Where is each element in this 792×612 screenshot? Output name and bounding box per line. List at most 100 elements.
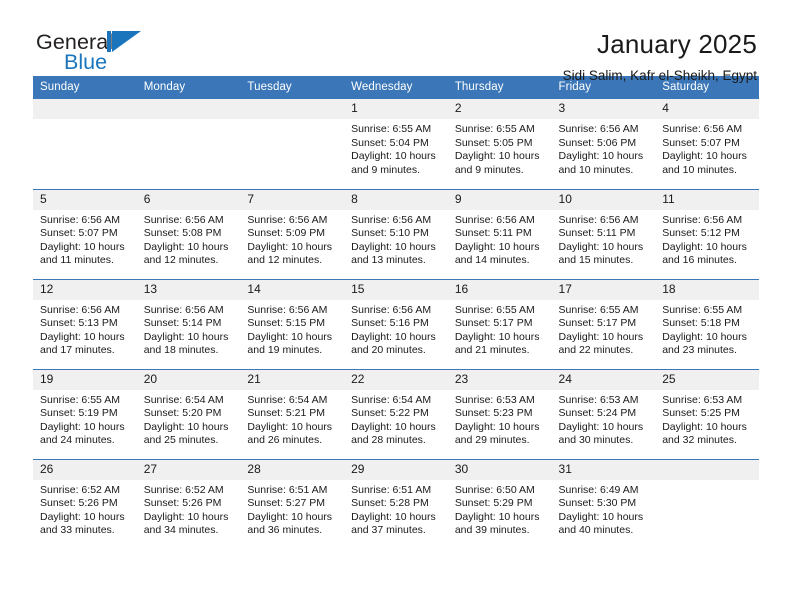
daylight-duration-line2: and 33 minutes. bbox=[40, 524, 115, 537]
calendar-day-cell[interactable]: 22 Sunrise: 6:54 AM Sunset: 5:22 PM Dayligh… bbox=[344, 368, 448, 459]
calendar-day-cell[interactable]: 11 Sunrise: 6:56 AM Sunset: 5:12 PM Dayligh… bbox=[655, 188, 759, 279]
calendar-day-cell[interactable]: 28 Sunrise: 6:51 AM Sunset: 5:27 PM Dayligh… bbox=[240, 458, 345, 549]
sunset-time: Sunset: 5:18 PM bbox=[662, 317, 740, 330]
weekday-header-monday: Monday bbox=[136, 76, 241, 99]
calendar-day-cell[interactable]: 31 Sunrise: 6:49 AM Sunset: 5:30 PM Dayligh… bbox=[551, 458, 656, 549]
daylight-duration-line2: and 9 minutes. bbox=[351, 163, 420, 176]
sunrise-time: Sunrise: 6:56 AM bbox=[247, 213, 328, 226]
calendar-day-cell[interactable]: 25 Sunrise: 6:53 AM Sunset: 5:25 PM Dayligh… bbox=[655, 368, 759, 459]
day-sun-info: Sunrise: 6:55 AM Sunset: 5:04 PM Daylight:… bbox=[344, 119, 448, 177]
daylight-duration-line1: Daylight: 10 hours bbox=[558, 510, 644, 523]
day-number bbox=[655, 459, 759, 480]
calendar-cell-empty bbox=[136, 99, 241, 189]
calendar-day-cell[interactable]: 15 Sunrise: 6:56 AM Sunset: 5:16 PM Dayligh… bbox=[344, 278, 448, 369]
daylight-duration-line1: Daylight: 10 hours bbox=[662, 240, 747, 253]
sunrise-time: Sunrise: 6:56 AM bbox=[662, 123, 743, 135]
daylight-duration-line2: and 39 minutes. bbox=[454, 524, 530, 537]
sunrise-time: Sunrise: 6:54 AM bbox=[143, 393, 224, 406]
calendar-day-cell[interactable]: 3 Sunrise: 6:56 AM Sunset: 5:06 PM Daylight… bbox=[551, 99, 656, 189]
day-number: 11 bbox=[655, 189, 759, 210]
calendar-day-cell[interactable]: 20 Sunrise: 6:54 AM Sunset: 5:20 PM Dayligh… bbox=[136, 368, 241, 459]
day-sun-info: Sunrise: 6:56 AM Sunset: 5:11 PM Daylight:… bbox=[448, 210, 552, 268]
sunrise-time: Sunrise: 6:54 AM bbox=[247, 393, 328, 406]
daylight-duration-line2: and 11 minutes. bbox=[40, 254, 114, 267]
daylight-duration-line2: and 37 minutes. bbox=[351, 524, 426, 537]
sunset-time: Sunset: 5:29 PM bbox=[454, 497, 533, 510]
calendar-day-cell[interactable]: 12 Sunrise: 6:56 AM Sunset: 5:13 PM Dayligh… bbox=[33, 278, 137, 369]
day-number: 15 bbox=[344, 279, 448, 300]
calendar-cell-empty bbox=[655, 458, 759, 549]
daylight-duration-line1: Daylight: 10 hours bbox=[558, 240, 644, 253]
sunset-time: Sunset: 5:10 PM bbox=[351, 227, 429, 240]
day-number: 25 bbox=[655, 369, 759, 390]
calendar-day-cell[interactable]: 13 Sunrise: 6:56 AM Sunset: 5:14 PM Dayligh… bbox=[136, 278, 241, 369]
sunrise-time: Sunrise: 6:56 AM bbox=[40, 303, 120, 316]
daylight-duration-line2: and 22 minutes. bbox=[558, 344, 634, 357]
day-sun-info: Sunrise: 6:56 AM Sunset: 5:08 PM Daylight:… bbox=[137, 210, 241, 268]
daylight-duration-line2: and 9 minutes. bbox=[454, 163, 524, 176]
calendar-day-cell[interactable]: 8 Sunrise: 6:56 AM Sunset: 5:10 PM Daylight… bbox=[344, 188, 448, 279]
day-number: 13 bbox=[136, 279, 241, 300]
calendar-page: General Blue January 2025 Sidi Salim, Ka… bbox=[0, 0, 792, 612]
calendar-day-cell[interactable]: 30 Sunrise: 6:50 AM Sunset: 5:29 PM Dayligh… bbox=[447, 458, 552, 549]
calendar-day-cell[interactable]: 2 Sunrise: 6:55 AM Sunset: 5:05 PM Daylight… bbox=[447, 99, 552, 189]
day-number: 30 bbox=[447, 459, 552, 480]
calendar-day-cell[interactable]: 16 Sunrise: 6:55 AM Sunset: 5:17 PM Dayligh… bbox=[447, 278, 552, 369]
daylight-duration-line1: Daylight: 10 hours bbox=[662, 420, 747, 433]
day-sun-info: Sunrise: 6:51 AM Sunset: 5:28 PM Daylight:… bbox=[344, 480, 448, 538]
calendar-day-cell[interactable]: 27 Sunrise: 6:52 AM Sunset: 5:26 PM Dayligh… bbox=[136, 458, 241, 549]
calendar-day-cell[interactable]: 26 Sunrise: 6:52 AM Sunset: 5:26 PM Dayligh… bbox=[33, 458, 137, 549]
calendar-day-cell[interactable]: 7 Sunrise: 6:56 AM Sunset: 5:09 PM Daylight… bbox=[240, 188, 345, 279]
calendar-week-row: 26 Sunrise: 6:52 AM Sunset: 5:26 PM Dayligh… bbox=[33, 458, 759, 549]
day-sun-info: Sunrise: 6:55 AM Sunset: 5:05 PM Daylight:… bbox=[448, 119, 552, 177]
daylight-duration-line1: Daylight: 10 hours bbox=[662, 150, 747, 163]
calendar-day-cell[interactable]: 6 Sunrise: 6:56 AM Sunset: 5:08 PM Daylight… bbox=[136, 188, 241, 279]
sunset-time: Sunset: 5:07 PM bbox=[40, 227, 118, 240]
calendar-day-cell[interactable]: 24 Sunrise: 6:53 AM Sunset: 5:24 PM Dayligh… bbox=[551, 368, 656, 459]
sunset-time: Sunset: 5:19 PM bbox=[40, 407, 118, 420]
sunrise-time: Sunrise: 6:55 AM bbox=[351, 123, 432, 135]
sunrise-time: Sunrise: 6:56 AM bbox=[247, 303, 328, 316]
day-sun-info: Sunrise: 6:55 AM Sunset: 5:18 PM Daylight:… bbox=[655, 300, 759, 358]
daylight-duration-line1: Daylight: 10 hours bbox=[40, 330, 125, 343]
calendar-day-cell[interactable]: 21 Sunrise: 6:54 AM Sunset: 5:21 PM Dayligh… bbox=[240, 368, 345, 459]
calendar-body: 1 Sunrise: 6:55 AM Sunset: 5:04 PM Daylight… bbox=[33, 99, 759, 549]
daylight-duration-line1: Daylight: 10 hours bbox=[40, 420, 125, 433]
day-number: 27 bbox=[136, 459, 241, 480]
calendar-day-cell[interactable]: 23 Sunrise: 6:53 AM Sunset: 5:23 PM Dayligh… bbox=[447, 368, 552, 459]
calendar-day-cell[interactable]: 19 Sunrise: 6:55 AM Sunset: 5:19 PM Dayligh… bbox=[33, 368, 137, 459]
calendar-day-cell[interactable]: 14 Sunrise: 6:56 AM Sunset: 5:15 PM Dayligh… bbox=[240, 278, 345, 369]
sunset-time: Sunset: 5:11 PM bbox=[454, 227, 532, 240]
sunrise-time: Sunrise: 6:53 AM bbox=[454, 393, 535, 406]
sunrise-time: Sunrise: 6:55 AM bbox=[454, 303, 535, 316]
general-blue-logo[interactable]: General Blue bbox=[36, 28, 154, 76]
day-sun-info: Sunrise: 6:51 AM Sunset: 5:27 PM Daylight:… bbox=[240, 480, 344, 538]
weekday-header-wednesday: Wednesday bbox=[344, 76, 448, 99]
calendar-day-cell[interactable]: 1 Sunrise: 6:55 AM Sunset: 5:04 PM Daylight… bbox=[344, 99, 448, 189]
daylight-duration-line2: and 30 minutes. bbox=[558, 434, 634, 447]
day-sun-info: Sunrise: 6:56 AM Sunset: 5:12 PM Daylight:… bbox=[655, 210, 759, 268]
daylight-duration-line2: and 19 minutes. bbox=[247, 344, 323, 357]
daylight-duration-line2: and 32 minutes. bbox=[662, 434, 737, 447]
sunrise-time: Sunrise: 6:56 AM bbox=[143, 303, 224, 316]
sunrise-time: Sunrise: 6:56 AM bbox=[143, 213, 224, 226]
sunset-time: Sunset: 5:12 PM bbox=[662, 227, 740, 240]
calendar-day-cell[interactable]: 18 Sunrise: 6:55 AM Sunset: 5:18 PM Dayligh… bbox=[655, 278, 759, 369]
calendar-day-cell[interactable]: 29 Sunrise: 6:51 AM Sunset: 5:28 PM Dayligh… bbox=[344, 458, 448, 549]
day-sun-info: Sunrise: 6:53 AM Sunset: 5:23 PM Daylight:… bbox=[448, 390, 552, 448]
day-sun-info: Sunrise: 6:56 AM Sunset: 5:14 PM Daylight:… bbox=[137, 300, 241, 358]
sunrise-time: Sunrise: 6:56 AM bbox=[454, 213, 535, 226]
daylight-duration-line2: and 21 minutes. bbox=[454, 344, 530, 357]
calendar-day-cell[interactable]: 5 Sunrise: 6:56 AM Sunset: 5:07 PM Daylight… bbox=[33, 188, 137, 279]
sunset-time: Sunset: 5:21 PM bbox=[247, 407, 326, 420]
daylight-duration-line2: and 25 minutes. bbox=[143, 434, 219, 447]
calendar-day-cell[interactable]: 10 Sunrise: 6:56 AM Sunset: 5:11 PM Dayligh… bbox=[551, 188, 656, 279]
day-number: 8 bbox=[344, 189, 448, 210]
calendar-day-cell[interactable]: 9 Sunrise: 6:56 AM Sunset: 5:11 PM Daylight… bbox=[447, 188, 552, 279]
day-number: 4 bbox=[655, 99, 759, 119]
calendar-day-cell[interactable]: 4 Sunrise: 6:56 AM Sunset: 5:07 PM Daylight… bbox=[655, 99, 759, 189]
day-number: 16 bbox=[447, 279, 552, 300]
sunrise-time: Sunrise: 6:54 AM bbox=[351, 393, 432, 406]
day-sun-info: Sunrise: 6:52 AM Sunset: 5:26 PM Daylight:… bbox=[33, 480, 137, 538]
calendar-day-cell[interactable]: 17 Sunrise: 6:55 AM Sunset: 5:17 PM Dayligh… bbox=[551, 278, 656, 369]
